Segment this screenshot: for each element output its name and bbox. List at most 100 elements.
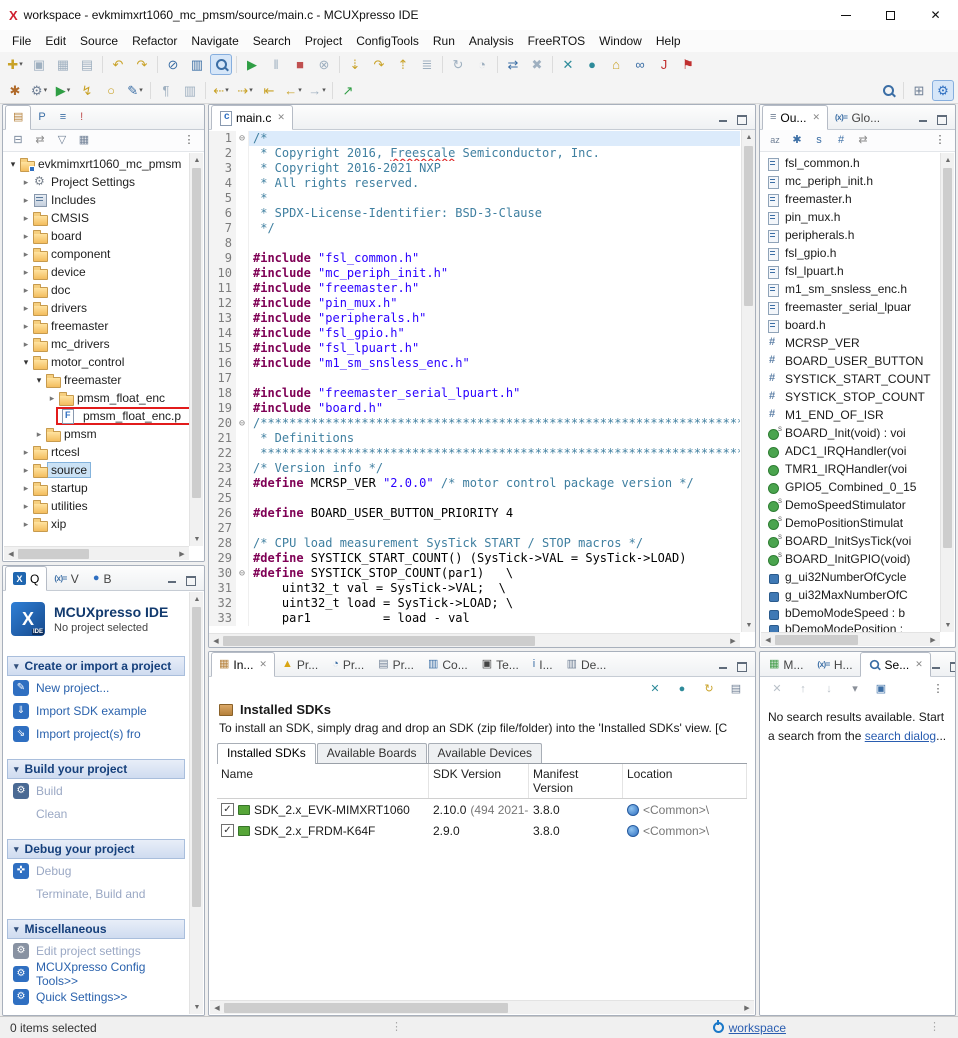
line-number[interactable]: 14 — [209, 326, 236, 341]
tree-item-startup[interactable]: ▸ startup — [3, 479, 204, 497]
outline-item-adc1-irqhandler-voi[interactable]: ADC1_IRQHandler(voi — [760, 442, 955, 460]
code-text[interactable]: ****************************************… — [249, 446, 740, 461]
tree-item-pmsm-float-enc[interactable]: ▸ pmsm_float_enc — [3, 389, 204, 407]
console-tab-debugger-console[interactable]: ▥ De... — [560, 653, 614, 676]
search-tab-search[interactable]: Se... ✕ — [859, 652, 931, 677]
working-sets-icon[interactable]: ▦ — [74, 132, 94, 150]
column-header-sdk-version[interactable]: SDK Version — [429, 764, 529, 798]
sdk-subtab-available-devices[interactable]: Available Devices — [427, 743, 543, 763]
line-number[interactable]: 26 — [209, 506, 236, 521]
scroll-left-icon[interactable]: ◀ — [4, 547, 18, 561]
explorer-vertical-scrollbar[interactable]: ▲ ▼ — [189, 153, 203, 546]
code-text[interactable]: #include "board.h" — [249, 401, 740, 416]
editor-horizontal-scrollbar[interactable]: ◀ ▶ — [209, 633, 740, 647]
code-text[interactable]: * — [249, 191, 740, 206]
code-text[interactable]: */ — [249, 221, 740, 236]
toolbar-gui-flash-tool-icon[interactable]: ↯ — [76, 80, 98, 101]
code-text[interactable]: #define BOARD_USER_BUTTON_PRIORITY 4 — [249, 506, 740, 521]
outline-item-m1-end-of-isr[interactable]: M1_END_OF_ISR — [760, 406, 955, 424]
line-number[interactable]: 7 — [209, 221, 236, 236]
tab-close-icon[interactable]: ✕ — [259, 659, 267, 670]
code-text[interactable]: #include "mc_periph_init.h" — [249, 266, 740, 281]
toolbar-new-project-wizard-icon[interactable]: ✱ — [4, 80, 26, 101]
line-number[interactable]: 9 — [209, 251, 236, 266]
maximize-button[interactable] — [868, 0, 913, 30]
outline-item-fsl-lpuart-h[interactable]: fsl_lpuart.h — [760, 262, 955, 280]
outline-item-freemaster-serial-lpuar[interactable]: freemaster_serial_lpuar — [760, 298, 955, 316]
explorer-tab-peripherals[interactable]: P — [31, 106, 52, 129]
tree-item-motor-control[interactable]: ▾ motor_control — [3, 353, 204, 371]
close-button[interactable]: ✕ — [913, 0, 958, 30]
outline-vertical-scrollbar[interactable]: ▲ ▼ — [940, 153, 954, 632]
line-number[interactable]: 16 — [209, 356, 236, 371]
chevron-expanded-icon[interactable]: ▾ — [7, 159, 19, 170]
toolbar-open-perspective-icon[interactable]: ⊞ — [908, 80, 930, 101]
menu-edit[interactable]: Edit — [38, 32, 73, 50]
outline-item-fsl-gpio-h[interactable]: fsl_gpio.h — [760, 244, 955, 262]
console-tab-properties[interactable]: ▤ Pr... — [371, 653, 421, 676]
tree-item-rtcesl[interactable]: ▸ rtcesl — [3, 443, 204, 461]
outline-item-tmr1-irqhandler-voi[interactable]: TMR1_IRQHandler(voi — [760, 460, 955, 478]
menu-window[interactable]: Window — [592, 32, 649, 50]
minimize-view-icon[interactable] — [931, 660, 942, 671]
sash-grip[interactable]: ⋮ — [391, 1020, 402, 1033]
toolbar-secure-provisioning-tool-icon[interactable]: ⚑ — [677, 54, 699, 75]
menu-freertos[interactable]: FreeRTOS — [521, 32, 593, 50]
code-text[interactable] — [249, 371, 740, 386]
minimize-view-icon[interactable] — [718, 660, 729, 671]
scroll-down-icon[interactable]: ▼ — [190, 532, 204, 546]
explorer-tab-faults[interactable]: ! — [73, 106, 90, 129]
quickstart-tab-breakpoints[interactable]: ● B — [86, 567, 119, 590]
tree-item-device[interactable]: ▸ device — [3, 263, 204, 281]
outline-item-bdemomodespeed-b[interactable]: bDemoModeSpeed : b — [760, 604, 955, 622]
fold-collapse-icon[interactable]: ⊖ — [236, 416, 249, 431]
cancel-search-icon[interactable]: ✕ — [767, 680, 787, 698]
toolbar-run-history-icon[interactable]: ▶ ▾ — [52, 80, 74, 101]
line-number[interactable]: 12 — [209, 296, 236, 311]
minimize-view-icon[interactable] — [718, 113, 729, 124]
fold-collapse-icon[interactable]: ⊖ — [236, 566, 249, 581]
quickstart-import-project-s-fro[interactable]: ⇘ Import project(s) fro — [3, 722, 189, 745]
toolbar-erase-flash-icon[interactable]: ○ — [100, 80, 122, 101]
menu-configtools[interactable]: ConfigTools — [349, 32, 426, 50]
scroll-right-icon[interactable]: ▶ — [926, 633, 940, 647]
line-number[interactable]: 2 — [209, 146, 236, 161]
line-number[interactable]: 11 — [209, 281, 236, 296]
toolbar-next-annotation-icon[interactable]: ⇢ ▾ — [234, 80, 256, 101]
line-number[interactable]: 21 — [209, 431, 236, 446]
scrollbar-thumb[interactable] — [744, 146, 753, 306]
code-text[interactable]: #include "m1_sm_snsless_enc.h" — [249, 356, 740, 371]
toolbar-step-return-icon[interactable]: ⇡ — [392, 54, 414, 75]
chevron-collapsed-icon[interactable]: ▸ — [20, 267, 32, 278]
explorer-tab-registers[interactable]: ≡ — [53, 106, 73, 129]
toolbar-show-whitespace-icon[interactable]: ¶ — [155, 80, 177, 101]
chevron-collapsed-icon[interactable]: ▸ — [20, 231, 32, 242]
sort-alphabetically-icon[interactable]: az — [765, 132, 785, 150]
toolbar-step-into-icon[interactable]: ⇣ — [344, 54, 366, 75]
toolbar-pins-tool-icon[interactable]: ∞ — [629, 54, 651, 75]
workspace-link[interactable]: workspace — [729, 1021, 786, 1035]
column-header-manifest-version[interactable]: Manifest Version — [529, 764, 623, 798]
tree-item-evkmimxrt1060-mc-pmsm[interactable]: ▾ evkmimxrt1060_mc_pmsm — [3, 155, 204, 173]
console-tab-console[interactable]: ▥ Co... — [421, 653, 475, 676]
code-text[interactable]: /* CPU load measurement SysTick START / … — [249, 536, 740, 551]
hide-static-members-icon[interactable]: s — [809, 132, 829, 150]
scroll-down-icon[interactable]: ▼ — [941, 618, 955, 632]
line-number[interactable]: 6 — [209, 206, 236, 221]
code-text[interactable]: #include "fsl_gpio.h" — [249, 326, 740, 341]
menu-navigate[interactable]: Navigate — [184, 32, 245, 50]
search-tab-heap-stack[interactable]: (x)= H... — [810, 653, 859, 676]
code-text[interactable]: #define SYSTICK_STOP_COUNT(par1) \ — [249, 566, 740, 581]
chevron-expanded-icon[interactable]: ▾ — [33, 375, 45, 386]
toolbar-profile-icon[interactable]: ◔ — [471, 54, 493, 75]
outline-item-board-initgpio-void[interactable]: s BOARD_InitGPIO(void) — [760, 550, 955, 568]
chevron-collapsed-icon[interactable]: ▸ — [33, 429, 45, 440]
line-number[interactable]: 20 — [209, 416, 236, 431]
console-tab-progress[interactable]: ◔ Pr... — [325, 653, 371, 676]
line-number[interactable]: 18 — [209, 386, 236, 401]
quickstart-tab-quickstart[interactable]: XQ — [5, 566, 48, 591]
console-horizontal-scrollbar[interactable]: ◀ ▶ — [210, 1000, 754, 1014]
tab-close-icon[interactable]: ✕ — [277, 112, 285, 123]
menu-source[interactable]: Source — [73, 32, 125, 50]
previous-result-icon[interactable]: ↑ — [793, 680, 813, 698]
